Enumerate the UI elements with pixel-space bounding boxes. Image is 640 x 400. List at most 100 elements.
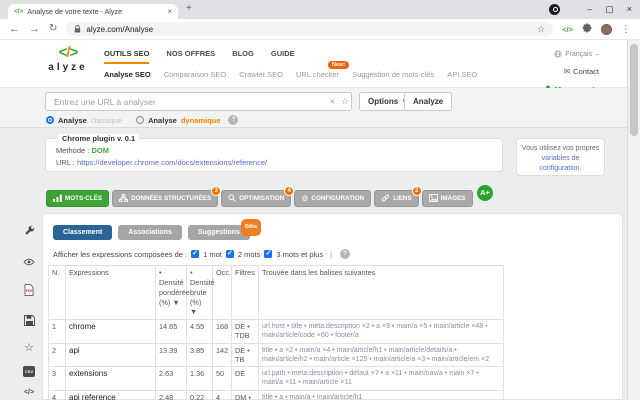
nav-suggestion-mots-cles[interactable]: Suggestion de mots-clés	[352, 70, 434, 79]
alyze-logo[interactable]: </> alyze	[46, 44, 90, 73]
bookmark-star-icon[interactable]: ☆	[537, 24, 545, 35]
favorite-url-icon[interactable]: ☆	[341, 96, 349, 107]
magnifier-icon	[228, 193, 236, 204]
nav-api-seo[interactable]: API SEO	[447, 70, 477, 79]
pdf-export-icon[interactable]: PDF	[24, 283, 34, 301]
csv-export-icon[interactable]: CSV	[23, 366, 35, 377]
separator: |	[330, 249, 333, 259]
seo-grade-badge: A+	[477, 185, 493, 201]
nav-analyse-seo[interactable]: Analyse SEO	[104, 70, 151, 79]
tab-liens[interactable]: LIENS 2	[374, 186, 422, 207]
view-buttons: Classement Associations Suggestions Bêta	[53, 219, 261, 240]
browser-tab[interactable]: </> Analyse de votre texte - Alyze ×	[8, 4, 178, 19]
alyze-favicon-icon: </>	[14, 8, 24, 15]
close-window-button[interactable]: ×	[627, 2, 632, 16]
tab-badge: 3	[211, 186, 222, 196]
site-header: </> alyze OUTILS SEO NOS OFFRES BLOG GUI…	[0, 40, 627, 94]
maximize-button[interactable]: ▢	[605, 2, 614, 16]
forward-button[interactable]: →	[29, 23, 40, 35]
nav-guide[interactable]: GUIDE	[271, 49, 295, 64]
expression-cell: api reference	[65, 389, 156, 400]
gear-icon: ⚙	[301, 194, 309, 203]
analyze-button[interactable]: Analyze	[404, 92, 453, 111]
secondary-nav: Analyse SEO Comparaison SEO Crawler SEO …	[104, 61, 477, 79]
profile-avatar[interactable]	[601, 23, 612, 35]
table-row[interactable]: 4 api reference 2.48 0.22 4 DM • TB titl…	[48, 389, 504, 400]
wrench-icon[interactable]	[24, 223, 35, 241]
language-selector[interactable]: Français –	[554, 45, 599, 63]
expression-cell: extensions	[65, 366, 156, 391]
nav-blog[interactable]: BLOG	[232, 49, 254, 64]
tab-close-icon[interactable]: ×	[167, 7, 172, 16]
image-icon	[428, 193, 438, 204]
nav-outils-seo[interactable]: OUTILS SEO	[104, 49, 150, 64]
primary-nav: OUTILS SEO NOS OFFRES BLOG GUIDE	[104, 49, 295, 64]
plugin-method-line: Methode : DOM	[56, 146, 109, 155]
new-tab-button[interactable]: +	[186, 3, 192, 14]
col-densite-brute[interactable]: • Densité brute (%) ▼	[186, 264, 215, 321]
keywords-table: N. Expressions • Densité pondérée (%) ▼ …	[48, 264, 504, 400]
associations-button[interactable]: Associations	[118, 225, 182, 240]
tab-configuration[interactable]: ⚙ CONFIGURATION	[294, 190, 372, 207]
col-occ[interactable]: Occ.	[212, 264, 232, 321]
minimize-button[interactable]: –	[587, 2, 592, 16]
clear-input-icon[interactable]: ×	[330, 97, 335, 106]
scrollbar-thumb[interactable]	[630, 44, 638, 136]
filter-label: Afficher les expressions composées de :	[53, 249, 188, 259]
extensions-puzzle-icon[interactable]	[582, 20, 592, 38]
table-row[interactable]: 3 extensions 2.63 1.36 50 DE url.path • …	[48, 366, 504, 391]
save-icon[interactable]	[23, 313, 35, 331]
search-section: × ☆ Options ▼ Analyze Analyse classique …	[0, 88, 627, 128]
nav-nos-offres[interactable]: NOS OFFRES	[166, 49, 215, 64]
favorite-star-icon[interactable]: ☆	[24, 343, 34, 354]
window-controls: – ▢ ×	[587, 2, 632, 16]
contact-link[interactable]: ✉ Contact	[563, 67, 599, 76]
structure-icon	[119, 193, 129, 204]
tab-optimisation[interactable]: OPTIMISATION 4	[221, 186, 295, 207]
method-value: DOM	[91, 146, 109, 155]
config-variables-link[interactable]: variables de configuration.	[539, 155, 581, 172]
side-tools: PDF ☆ CSV </>	[21, 223, 37, 396]
col-filtres: Filtres	[231, 264, 259, 321]
checkbox-3-mots[interactable]	[264, 250, 273, 258]
browser-toolbar: ← → ↻ alyze.com/Analyse ☆ </> ⋮	[0, 19, 640, 40]
radio-analyse-dynamique[interactable]	[136, 116, 145, 124]
table-row[interactable]: 2 api 13.39 3.85 142 DE • TB title • a ×…	[48, 342, 504, 368]
tab-badge: 2	[411, 186, 422, 196]
checkbox-2-mots[interactable]	[225, 250, 234, 258]
checkbox-1-mot[interactable]	[191, 250, 200, 258]
radio-analyse-classique[interactable]	[46, 116, 54, 124]
page-scrollbar[interactable]	[627, 40, 640, 400]
eye-icon[interactable]	[23, 253, 35, 271]
alyze-extension-icon[interactable]: </>	[562, 25, 573, 34]
expression-cell: chrome	[65, 319, 156, 344]
classement-button[interactable]: Classement	[53, 225, 113, 240]
analysis-mode-radios: Analyse classique Analyse dynamique ?	[46, 115, 239, 125]
code-view-icon[interactable]: </>	[24, 389, 34, 396]
browser-window: </> Analyse de votre texte - Alyze × + –…	[0, 0, 640, 400]
config-note-card: Vous utilisez vos propres variables de c…	[516, 138, 605, 176]
nav-comparaison-seo[interactable]: Comparaison SEO	[164, 70, 227, 79]
help-icon[interactable]: ?	[228, 115, 239, 125]
analyzed-url-link[interactable]: https://developer.chrome.com/docs/extens…	[77, 158, 267, 167]
reload-button[interactable]: ↻	[49, 24, 57, 34]
nav-crawler-seo[interactable]: Crawler SEO	[239, 70, 283, 79]
address-bar[interactable]: alyze.com/Analyse ☆	[66, 22, 554, 36]
table-row[interactable]: 1 chrome 14.65 4.55 168 DE • TDB url.hos…	[48, 319, 504, 344]
back-button[interactable]: ←	[9, 23, 20, 35]
tab-mots-cles[interactable]: MOTS-CLÉS	[46, 190, 110, 207]
browser-menu-icon[interactable]: ⋮	[621, 24, 631, 35]
url-analyze-input[interactable]	[45, 92, 352, 111]
nav-url-checker[interactable]: URL checker New!	[296, 61, 350, 79]
suggestions-button[interactable]: Suggestions Bêta	[187, 219, 261, 240]
keywords-panel: Classement Associations Suggestions Bêta…	[42, 213, 623, 400]
table-header-row: N. Expressions • Densité pondérée (%) ▼ …	[48, 264, 504, 321]
alyze-logo-text: alyze	[48, 62, 88, 73]
help-icon[interactable]: ?	[340, 249, 351, 259]
col-densite-ponderee[interactable]: • Densité pondérée (%) ▼	[155, 264, 190, 321]
plugin-card-legend: Chrome plugin v. 0.1	[58, 134, 140, 143]
tab-donnees-structurees[interactable]: DONNÉES STRUCTURÉES 3	[112, 186, 222, 207]
record-icon[interactable]	[549, 4, 560, 15]
tab-images[interactable]: IMAGES	[421, 190, 473, 207]
envelope-icon: ✉	[563, 67, 571, 76]
